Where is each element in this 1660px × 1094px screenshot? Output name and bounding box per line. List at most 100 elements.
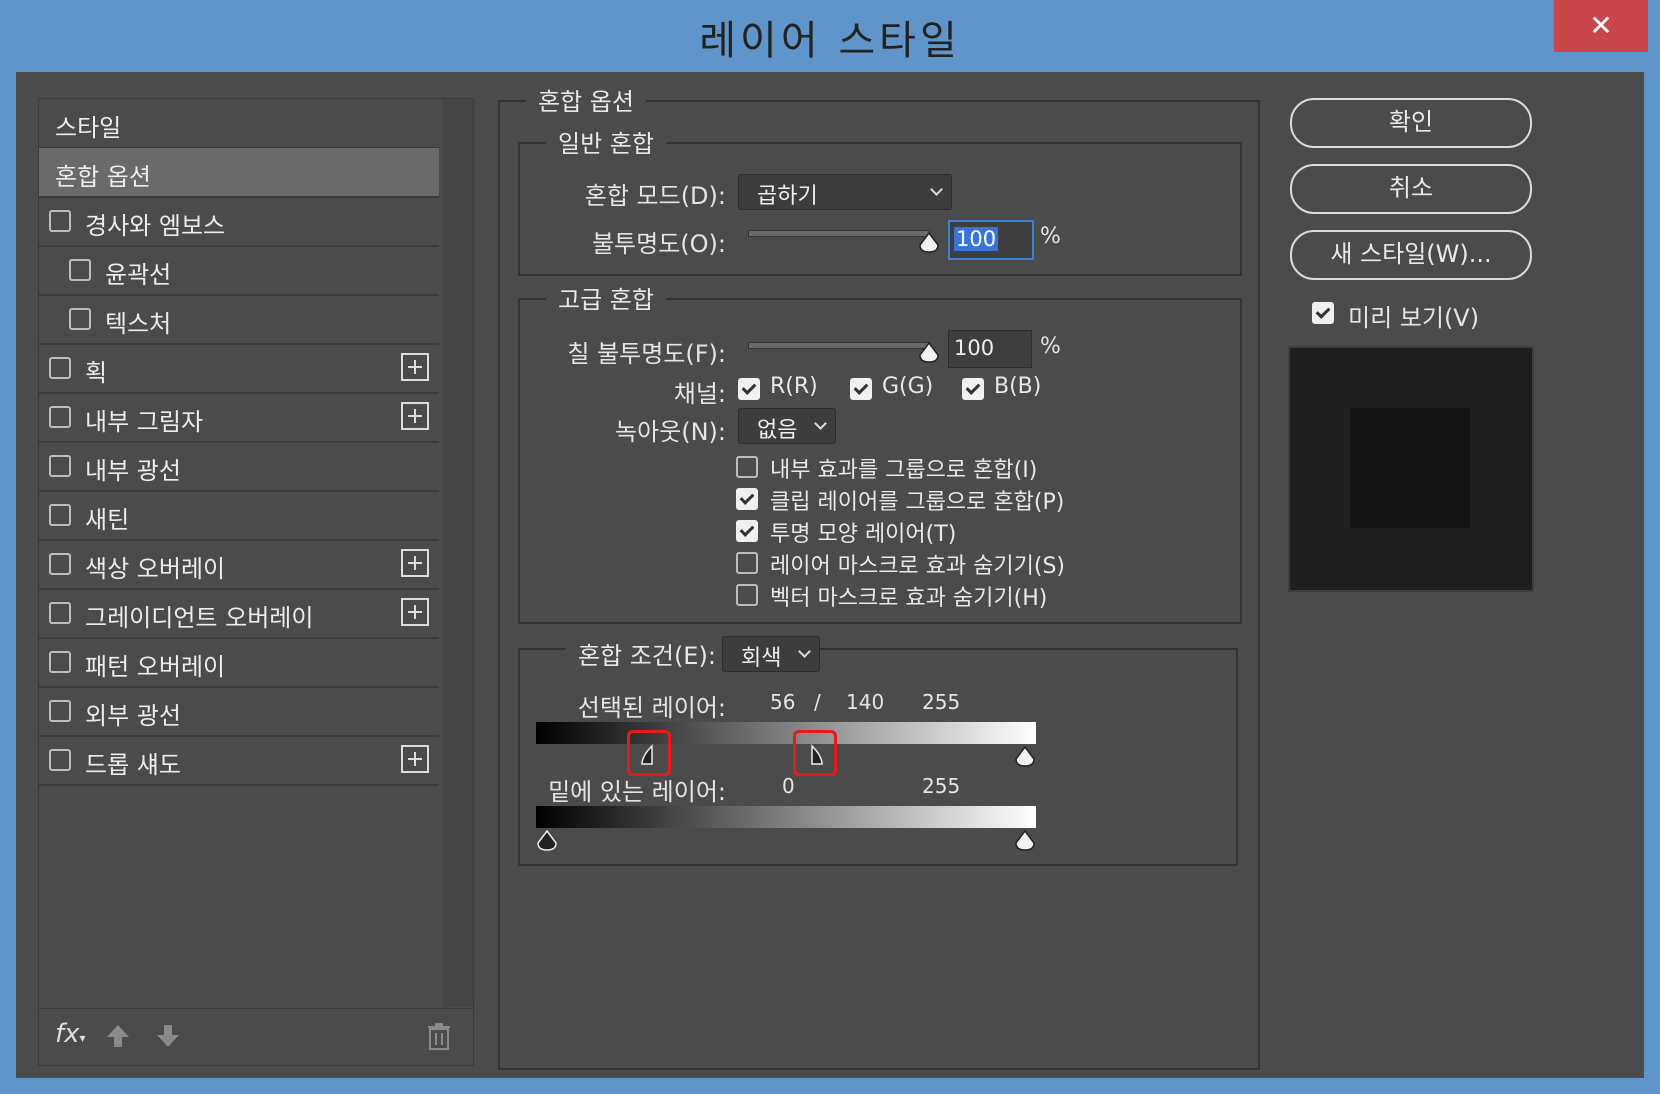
style-checkbox[interactable] bbox=[49, 504, 71, 526]
style-preview-swatch bbox=[1350, 408, 1470, 528]
style-list-item[interactable]: 윤곽선 bbox=[39, 246, 439, 296]
advanced-blending-title: 고급 혼합 bbox=[546, 280, 666, 315]
general-blending-title: 일반 혼합 bbox=[546, 124, 666, 159]
advanced-option[interactable]: 내부 효과를 그룹으로 혼합(I) bbox=[736, 452, 1216, 483]
blend-mode-dropdown[interactable]: 곱하기 bbox=[738, 174, 952, 210]
advanced-option-checkbox[interactable] bbox=[736, 456, 758, 478]
channel-toggle[interactable]: R(R) bbox=[738, 374, 838, 404]
blend-if-value: 회색 bbox=[741, 646, 782, 671]
style-list-item[interactable]: 그레이디언트 오버레이 bbox=[39, 589, 439, 639]
style-list-item[interactable]: 혼합 옵션 bbox=[39, 148, 439, 198]
blend-if-dropdown[interactable]: 회색 bbox=[722, 636, 820, 672]
preview-checkbox[interactable] bbox=[1312, 302, 1334, 324]
advanced-option[interactable]: 레이어 마스크로 효과 숨기기(S) bbox=[736, 548, 1216, 579]
section-title: 혼합 옵션 bbox=[526, 82, 646, 117]
style-list-item[interactable]: 드롭 섀도 bbox=[39, 736, 439, 786]
underlying-layer-label: 밑에 있는 레이어: bbox=[548, 778, 726, 806]
cancel-button[interactable]: 취소 bbox=[1290, 164, 1532, 214]
move-down-icon[interactable] bbox=[155, 1023, 181, 1049]
style-list-item[interactable]: 외부 광선 bbox=[39, 687, 439, 737]
style-item-label: 텍스처 bbox=[105, 310, 172, 338]
style-preview-thumbnail bbox=[1288, 346, 1534, 592]
add-effect-icon[interactable] bbox=[401, 598, 429, 626]
style-item-label: 내부 그림자 bbox=[85, 408, 204, 436]
channel-toggle[interactable]: G(G) bbox=[850, 374, 950, 404]
opacity-label: 불투명도(O): bbox=[591, 230, 726, 258]
knockout-dropdown[interactable]: 없음 bbox=[738, 408, 836, 444]
this-layer-low-value: 56 bbox=[770, 690, 796, 714]
underlying-low-value: 0 bbox=[782, 774, 795, 798]
advanced-option-checkbox[interactable] bbox=[736, 584, 758, 606]
channel-checkbox[interactable] bbox=[962, 378, 984, 400]
style-checkbox[interactable] bbox=[49, 700, 71, 722]
add-effect-icon[interactable] bbox=[401, 745, 429, 773]
blending-options-section: 혼합 옵션 일반 혼합 혼합 모드(D): 곱하기 불투명도(O): 100 %… bbox=[498, 82, 1260, 1070]
style-checkbox[interactable] bbox=[49, 406, 71, 428]
style-list-item[interactable]: 텍스처 bbox=[39, 295, 439, 345]
close-button[interactable]: ✕ bbox=[1554, 0, 1648, 52]
advanced-option-label: 벡터 마스크로 효과 숨기기(H) bbox=[770, 586, 1048, 611]
advanced-option-label: 투명 모양 레이어(T) bbox=[770, 522, 957, 547]
fill-opacity-label: 칠 불투명도(F): bbox=[567, 340, 726, 368]
advanced-option-checkbox[interactable] bbox=[736, 520, 758, 542]
trash-icon[interactable] bbox=[427, 1023, 451, 1051]
style-list-item[interactable]: 색상 오버레이 bbox=[39, 540, 439, 590]
channel-checkbox[interactable] bbox=[738, 378, 760, 400]
style-item-label: 내부 광선 bbox=[85, 457, 181, 485]
advanced-option-checkbox[interactable] bbox=[736, 488, 758, 510]
add-effect-icon[interactable] bbox=[401, 549, 429, 577]
advanced-option-checkbox[interactable] bbox=[736, 552, 758, 574]
channel-checkbox[interactable] bbox=[850, 378, 872, 400]
fill-opacity-slider[interactable] bbox=[748, 342, 930, 349]
styles-list-scrollbar[interactable] bbox=[443, 99, 473, 1007]
advanced-option-label: 클립 레이어를 그룹으로 혼합(P) bbox=[770, 490, 1065, 515]
advanced-option[interactable]: 벡터 마스크로 효과 숨기기(H) bbox=[736, 580, 1216, 611]
underlying-white-handle[interactable] bbox=[1014, 830, 1036, 852]
style-item-label: 외부 광선 bbox=[85, 702, 181, 730]
underlying-black-handle[interactable] bbox=[536, 830, 558, 852]
add-effect-icon[interactable] bbox=[401, 402, 429, 430]
add-effect-icon[interactable] bbox=[401, 353, 429, 381]
style-list-item[interactable]: 내부 광선 bbox=[39, 442, 439, 492]
ok-button[interactable]: 확인 bbox=[1290, 98, 1532, 148]
style-checkbox[interactable] bbox=[49, 553, 71, 575]
style-item-label: 경사와 엠보스 bbox=[85, 212, 226, 240]
style-checkbox[interactable] bbox=[69, 308, 91, 330]
fill-opacity-slider-thumb[interactable] bbox=[918, 342, 940, 364]
styles-list-panel: 스타일 혼합 옵션경사와 엠보스윤곽선텍스처획내부 그림자내부 광선새틴 색상 오버… bbox=[38, 98, 474, 1066]
advanced-option[interactable]: 클립 레이어를 그룹으로 혼합(P) bbox=[736, 484, 1216, 515]
new-style-button[interactable]: 새 스타일(W)... bbox=[1290, 230, 1532, 280]
advanced-option[interactable]: 투명 모양 레이어(T) bbox=[736, 516, 1216, 547]
style-checkbox[interactable] bbox=[49, 651, 71, 673]
window-title: 레이어 스타일 bbox=[699, 18, 961, 64]
style-checkbox[interactable] bbox=[49, 602, 71, 624]
style-item-label: 윤곽선 bbox=[105, 261, 172, 289]
preview-toggle[interactable]: 미리 보기(V) bbox=[1312, 298, 1552, 334]
style-list-item[interactable]: 획 bbox=[39, 344, 439, 394]
opacity-slider-thumb[interactable] bbox=[918, 232, 940, 254]
style-item-label: 패턴 오버레이 bbox=[85, 653, 226, 681]
move-up-icon[interactable] bbox=[105, 1023, 131, 1049]
underlying-high-value: 255 bbox=[922, 774, 961, 798]
opacity-slider[interactable] bbox=[748, 230, 930, 237]
style-checkbox[interactable] bbox=[49, 455, 71, 477]
opacity-input[interactable]: 100 bbox=[948, 220, 1034, 260]
blend-mode-label: 혼합 모드(D): bbox=[584, 182, 726, 210]
style-checkbox[interactable] bbox=[49, 210, 71, 232]
style-list-item[interactable]: 스타일 bbox=[39, 99, 439, 149]
style-list-item[interactable]: 경사와 엠보스 bbox=[39, 197, 439, 247]
fill-opacity-input[interactable]: 100 bbox=[948, 330, 1032, 368]
style-checkbox[interactable] bbox=[49, 357, 71, 379]
style-checkbox[interactable] bbox=[49, 749, 71, 771]
channel-toggle[interactable]: B(B) bbox=[962, 374, 1062, 404]
opacity-unit: % bbox=[1040, 224, 1061, 249]
this-layer-label: 선택된 레이어: bbox=[577, 694, 726, 722]
fx-menu-icon[interactable]: fx▾ bbox=[55, 1019, 86, 1049]
style-list-item[interactable]: 패턴 오버레이 bbox=[39, 638, 439, 688]
this-layer-white-handle[interactable] bbox=[1014, 746, 1036, 768]
highlight-marker-left bbox=[627, 730, 671, 776]
style-list-item[interactable]: 새틴 bbox=[39, 491, 439, 541]
blend-mode-value: 곱하기 bbox=[757, 184, 818, 209]
style-checkbox[interactable] bbox=[69, 259, 91, 281]
style-list-item[interactable]: 내부 그림자 bbox=[39, 393, 439, 443]
